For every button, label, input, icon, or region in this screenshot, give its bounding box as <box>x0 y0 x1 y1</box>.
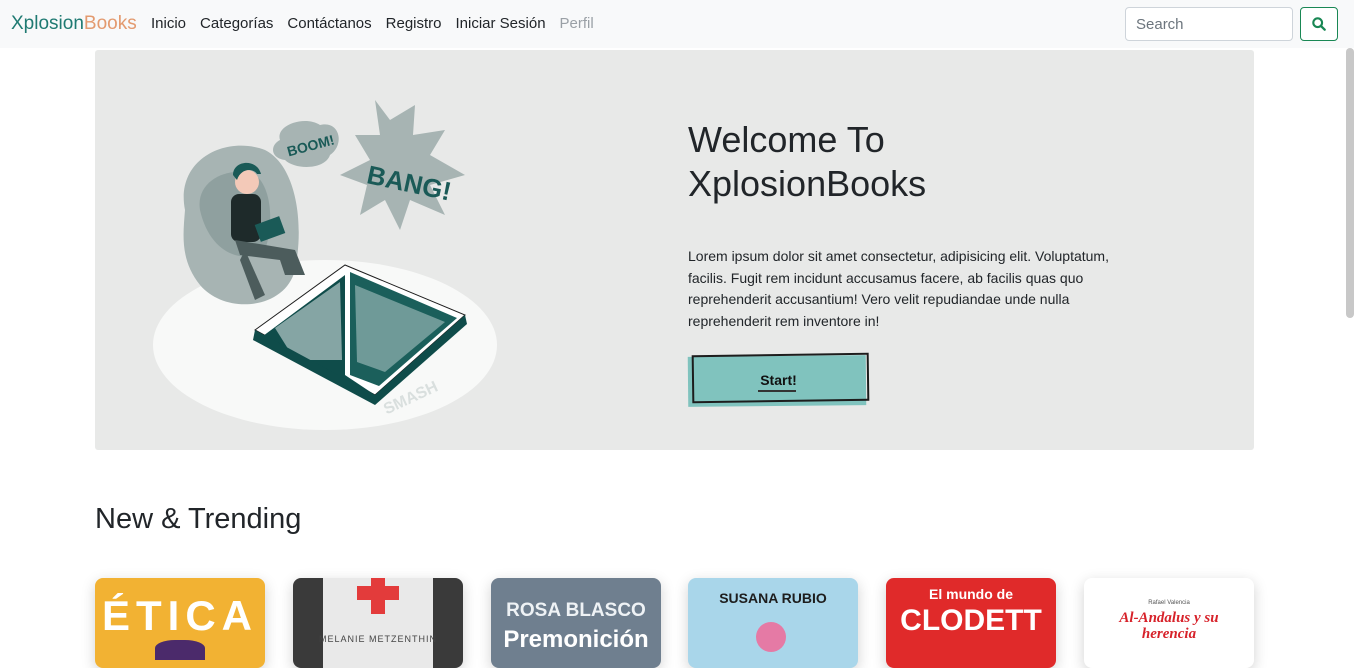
book-cover-title: ÉTICA <box>102 592 258 639</box>
brand-part-2: Books <box>83 13 137 34</box>
nav-links: Inicio Categorías Contáctanos Registro I… <box>151 15 608 33</box>
book-cover-art <box>756 622 786 652</box>
hero-banner: BOOM! BANG! SMASH Welcome To XplosionBoo… <box>95 50 1254 450</box>
nav-link-registro[interactable]: Registro <box>386 15 442 33</box>
book-cover-author: ROSA BLASCO <box>506 600 646 621</box>
start-button[interactable]: Start! <box>687 352 870 407</box>
start-button-underline <box>758 390 796 392</box>
book-cover-author: Rafael Valencia <box>1148 600 1190 606</box>
book-cover-title: CLODETT <box>900 604 1042 637</box>
search-button[interactable] <box>1300 7 1338 41</box>
book-card[interactable]: Rafael Valencia Al-Andalus y su herencia <box>1084 578 1254 668</box>
brand-part-1: Xplosion <box>11 13 84 34</box>
book-cover-art <box>155 640 205 660</box>
search-icon <box>1312 17 1326 31</box>
book-card[interactable]: MELANIE METZENTHIN <box>293 578 463 668</box>
nav-link-inicio[interactable]: Inicio <box>151 15 186 33</box>
book-cover-subtitle: El mundo de <box>929 586 1013 602</box>
navbar: XplosionBooks Inicio Categorías Contácta… <box>0 0 1354 48</box>
nav-link-iniciar-sesion[interactable]: Iniciar Sesión <box>456 15 546 33</box>
nav-link-perfil: Perfil <box>559 15 594 32</box>
hero-title: Welcome To XplosionBooks <box>688 119 927 204</box>
book-cover-title: Al-Andalus y su herencia <box>1119 610 1219 642</box>
scrollbar[interactable] <box>1346 48 1354 318</box>
book-cover-author: MELANIE METZENTHIN <box>318 634 437 644</box>
brand-logo[interactable]: XplosionBooks <box>11 12 137 36</box>
book-card[interactable]: SUSANA RUBIO <box>688 578 858 668</box>
hero-description: Lorem ipsum dolor sit amet consectetur, … <box>688 248 1109 329</box>
start-button-label: Start! <box>760 372 797 388</box>
search-input[interactable] <box>1125 7 1293 41</box>
nav-link-contactanos[interactable]: Contáctanos <box>287 15 371 33</box>
comic-reader-illustration: BOOM! BANG! SMASH <box>153 100 497 430</box>
book-card[interactable]: ROSA BLASCO Premonición <box>491 578 661 668</box>
book-card[interactable]: ÉTICA <box>95 578 265 668</box>
section-title-trending: New & Trending <box>95 503 302 535</box>
red-cross-vertical <box>371 578 385 614</box>
book-cover-author: SUSANA RUBIO <box>719 590 827 606</box>
nav-link-categorias[interactable]: Categorías <box>200 15 273 33</box>
book-card[interactable]: El mundo de CLODETT <box>886 578 1056 668</box>
